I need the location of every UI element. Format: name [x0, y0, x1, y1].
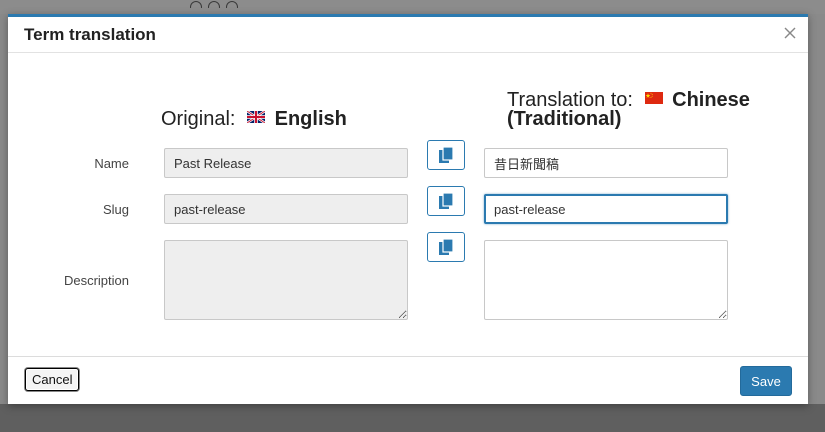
copy-description-button[interactable] [427, 232, 465, 262]
translation-heading: Translation to: Chinese (Traditional) [507, 90, 767, 129]
description-label: Description [63, 273, 129, 288]
original-description-field [164, 240, 408, 320]
original-heading-label: Original: [161, 108, 236, 130]
dialog-title: Term translation [24, 25, 156, 44]
translated-slug-field[interactable] [484, 194, 728, 224]
original-name-field [164, 148, 408, 178]
copy-icon [439, 239, 454, 255]
save-button[interactable]: Save [740, 366, 792, 396]
page-backdrop [0, 0, 825, 14]
copy-icon [439, 147, 454, 163]
copy-name-button[interactable] [427, 140, 465, 170]
dialog-header: Term translation [8, 17, 808, 53]
cancel-button[interactable]: Cancel [25, 368, 80, 391]
name-label: Name [94, 156, 129, 171]
background-toolbar-icons [190, 0, 260, 8]
china-flag-icon [644, 92, 663, 104]
original-language: English [274, 108, 347, 130]
original-heading: Original: English [161, 108, 347, 131]
globe-icon [190, 1, 202, 8]
term-translation-dialog: Term translation Original: English Trans… [8, 14, 808, 404]
original-slug-field [164, 194, 408, 224]
edit-icon [208, 1, 220, 8]
translated-name-field[interactable] [484, 148, 728, 178]
dialog-footer: Cancel Save [8, 356, 808, 404]
edit-icon [226, 1, 238, 8]
slug-label: Slug [102, 202, 129, 217]
uk-flag-icon [247, 111, 266, 123]
close-icon[interactable] [782, 25, 798, 41]
page-backdrop-bottom [0, 404, 825, 432]
translated-description-field[interactable] [484, 240, 728, 320]
copy-icon [439, 193, 454, 209]
copy-slug-button[interactable] [427, 186, 465, 216]
